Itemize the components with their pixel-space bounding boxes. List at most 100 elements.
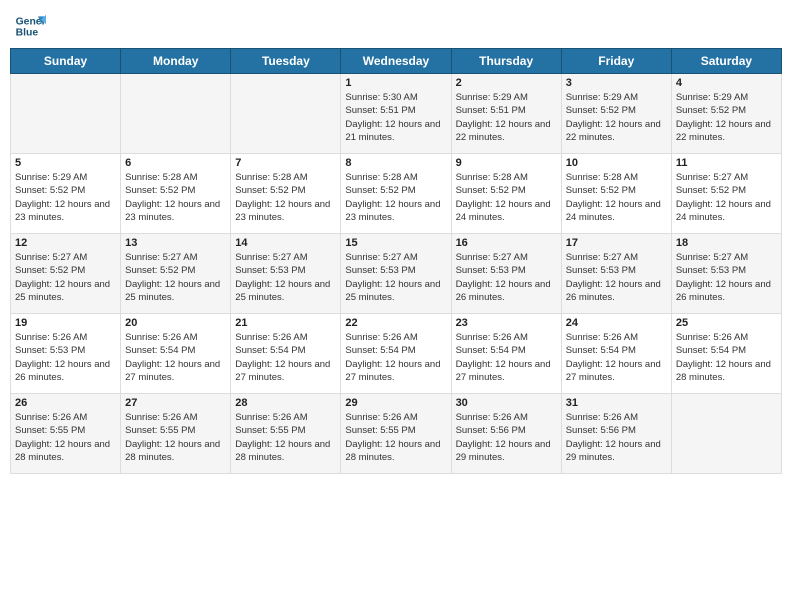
- day-number: 18: [676, 237, 777, 249]
- calendar-day-cell: 2 Sunrise: 5:29 AM Sunset: 5:51 PM Daylig…: [451, 74, 561, 154]
- calendar-day-cell: 7 Sunrise: 5:28 AM Sunset: 5:52 PM Daylig…: [231, 154, 341, 234]
- day-info: Sunrise: 5:28 AM Sunset: 5:52 PM Dayligh…: [235, 171, 336, 224]
- day-info: Sunrise: 5:28 AM Sunset: 5:52 PM Dayligh…: [456, 171, 557, 224]
- calendar-day-cell: [671, 394, 781, 474]
- day-info: Sunrise: 5:30 AM Sunset: 5:51 PM Dayligh…: [345, 91, 446, 144]
- day-number: 26: [15, 397, 116, 409]
- day-info: Sunrise: 5:26 AM Sunset: 5:55 PM Dayligh…: [125, 411, 226, 464]
- calendar-day-cell: 22 Sunrise: 5:26 AM Sunset: 5:54 PM Dayli…: [341, 314, 451, 394]
- day-info: Sunrise: 5:27 AM Sunset: 5:53 PM Dayligh…: [676, 251, 777, 304]
- calendar-day-cell: 17 Sunrise: 5:27 AM Sunset: 5:53 PM Dayli…: [561, 234, 671, 314]
- day-number: 2: [456, 77, 557, 89]
- day-number: 27: [125, 397, 226, 409]
- day-number: 16: [456, 237, 557, 249]
- day-info: Sunrise: 5:29 AM Sunset: 5:51 PM Dayligh…: [456, 91, 557, 144]
- day-number: 12: [15, 237, 116, 249]
- calendar-day-cell: [121, 74, 231, 154]
- calendar-day-cell: 8Sunrise: 5:28 AM Sunset: 5:52 PM Daylig…: [341, 154, 451, 234]
- calendar-day-cell: 20 Sunrise: 5:26 AM Sunset: 5:54 PM Dayli…: [121, 314, 231, 394]
- day-info: Sunrise: 5:26 AM Sunset: 5:54 PM Dayligh…: [345, 331, 446, 384]
- day-number: 5: [15, 157, 116, 169]
- day-of-week-header: Monday: [121, 49, 231, 74]
- day-info: Sunrise: 5:29 AM Sunset: 5:52 PM Dayligh…: [15, 171, 116, 224]
- day-number: 22: [345, 317, 446, 329]
- calendar-day-cell: [11, 74, 121, 154]
- day-number: 29: [345, 397, 446, 409]
- day-info: Sunrise: 5:29 AM Sunset: 5:52 PM Dayligh…: [566, 91, 667, 144]
- calendar-day-cell: 10Sunrise: 5:28 AM Sunset: 5:52 PM Dayli…: [561, 154, 671, 234]
- calendar-week-row: 5 Sunrise: 5:29 AM Sunset: 5:52 PM Daylig…: [11, 154, 782, 234]
- day-info: Sunrise: 5:27 AM Sunset: 5:53 PM Dayligh…: [456, 251, 557, 304]
- day-number: 15: [345, 237, 446, 249]
- calendar-day-cell: 31Sunrise: 5:26 AM Sunset: 5:56 PM Dayli…: [561, 394, 671, 474]
- day-number: 10: [566, 157, 667, 169]
- day-number: 3: [566, 77, 667, 89]
- day-info: Sunrise: 5:26 AM Sunset: 5:54 PM Dayligh…: [566, 331, 667, 384]
- day-of-week-header: Saturday: [671, 49, 781, 74]
- day-info: Sunrise: 5:26 AM Sunset: 5:55 PM Dayligh…: [15, 411, 116, 464]
- calendar-day-cell: 14Sunrise: 5:27 AM Sunset: 5:53 PM Dayli…: [231, 234, 341, 314]
- day-of-week-header: Sunday: [11, 49, 121, 74]
- day-info: Sunrise: 5:26 AM Sunset: 5:53 PM Dayligh…: [15, 331, 116, 384]
- calendar-day-cell: 18 Sunrise: 5:27 AM Sunset: 5:53 PM Dayli…: [671, 234, 781, 314]
- day-info: Sunrise: 5:27 AM Sunset: 5:53 PM Dayligh…: [345, 251, 446, 304]
- day-number: 30: [456, 397, 557, 409]
- calendar-day-cell: 30 Sunrise: 5:26 AM Sunset: 5:56 PM Dayli…: [451, 394, 561, 474]
- day-number: 6: [125, 157, 226, 169]
- calendar-day-cell: 23 Sunrise: 5:26 AM Sunset: 5:54 PM Dayli…: [451, 314, 561, 394]
- calendar-week-row: 26 Sunrise: 5:26 AM Sunset: 5:55 PM Dayli…: [11, 394, 782, 474]
- day-number: 4: [676, 77, 777, 89]
- day-info: Sunrise: 5:28 AM Sunset: 5:52 PM Dayligh…: [345, 171, 446, 224]
- day-info: Sunrise: 5:26 AM Sunset: 5:54 PM Dayligh…: [235, 331, 336, 384]
- calendar-day-cell: 28 Sunrise: 5:26 AM Sunset: 5:55 PM Dayli…: [231, 394, 341, 474]
- calendar-day-cell: 6Sunrise: 5:28 AM Sunset: 5:52 PM Daylig…: [121, 154, 231, 234]
- day-number: 20: [125, 317, 226, 329]
- day-of-week-header: Wednesday: [341, 49, 451, 74]
- calendar-day-cell: 13 Sunrise: 5:27 AM Sunset: 5:52 PM Dayli…: [121, 234, 231, 314]
- day-number: 7: [235, 157, 336, 169]
- day-number: 1: [345, 77, 446, 89]
- calendar-day-cell: 29Sunrise: 5:26 AM Sunset: 5:55 PM Dayli…: [341, 394, 451, 474]
- day-number: 23: [456, 317, 557, 329]
- day-info: Sunrise: 5:27 AM Sunset: 5:53 PM Dayligh…: [566, 251, 667, 304]
- day-of-week-header: Tuesday: [231, 49, 341, 74]
- day-number: 28: [235, 397, 336, 409]
- calendar-day-cell: 11Sunrise: 5:27 AM Sunset: 5:52 PM Dayli…: [671, 154, 781, 234]
- day-number: 11: [676, 157, 777, 169]
- day-info: Sunrise: 5:27 AM Sunset: 5:52 PM Dayligh…: [125, 251, 226, 304]
- calendar-day-cell: 4 Sunrise: 5:29 AM Sunset: 5:52 PM Daylig…: [671, 74, 781, 154]
- calendar-week-row: 1 Sunrise: 5:30 AM Sunset: 5:51 PM Daylig…: [11, 74, 782, 154]
- day-number: 17: [566, 237, 667, 249]
- day-number: 25: [676, 317, 777, 329]
- calendar-day-cell: 15 Sunrise: 5:27 AM Sunset: 5:53 PM Dayli…: [341, 234, 451, 314]
- calendar-day-cell: 5 Sunrise: 5:29 AM Sunset: 5:52 PM Daylig…: [11, 154, 121, 234]
- calendar-day-cell: 3 Sunrise: 5:29 AM Sunset: 5:52 PM Daylig…: [561, 74, 671, 154]
- day-info: Sunrise: 5:26 AM Sunset: 5:54 PM Dayligh…: [125, 331, 226, 384]
- calendar-day-cell: [231, 74, 341, 154]
- day-number: 21: [235, 317, 336, 329]
- day-info: Sunrise: 5:26 AM Sunset: 5:55 PM Dayligh…: [235, 411, 336, 464]
- logo-icon: General Blue: [14, 10, 46, 42]
- day-info: Sunrise: 5:27 AM Sunset: 5:52 PM Dayligh…: [15, 251, 116, 304]
- page-header: General Blue: [10, 10, 782, 42]
- calendar-day-cell: 24Sunrise: 5:26 AM Sunset: 5:54 PM Dayli…: [561, 314, 671, 394]
- day-info: Sunrise: 5:29 AM Sunset: 5:52 PM Dayligh…: [676, 91, 777, 144]
- calendar-table: SundayMondayTuesdayWednesdayThursdayFrid…: [10, 48, 782, 474]
- calendar-day-cell: 25Sunrise: 5:26 AM Sunset: 5:54 PM Dayli…: [671, 314, 781, 394]
- day-number: 13: [125, 237, 226, 249]
- day-of-week-header: Thursday: [451, 49, 561, 74]
- calendar-day-cell: 1 Sunrise: 5:30 AM Sunset: 5:51 PM Daylig…: [341, 74, 451, 154]
- calendar-week-row: 12 Sunrise: 5:27 AM Sunset: 5:52 PM Dayli…: [11, 234, 782, 314]
- calendar-day-cell: 21 Sunrise: 5:26 AM Sunset: 5:54 PM Dayli…: [231, 314, 341, 394]
- svg-text:Blue: Blue: [16, 28, 39, 39]
- day-number: 19: [15, 317, 116, 329]
- day-info: Sunrise: 5:26 AM Sunset: 5:54 PM Dayligh…: [456, 331, 557, 384]
- day-info: Sunrise: 5:27 AM Sunset: 5:53 PM Dayligh…: [235, 251, 336, 304]
- calendar-day-cell: 12 Sunrise: 5:27 AM Sunset: 5:52 PM Dayli…: [11, 234, 121, 314]
- calendar-day-cell: 16 Sunrise: 5:27 AM Sunset: 5:53 PM Dayli…: [451, 234, 561, 314]
- calendar-day-cell: 9Sunrise: 5:28 AM Sunset: 5:52 PM Daylig…: [451, 154, 561, 234]
- calendar-week-row: 19 Sunrise: 5:26 AM Sunset: 5:53 PM Dayli…: [11, 314, 782, 394]
- day-info: Sunrise: 5:26 AM Sunset: 5:56 PM Dayligh…: [456, 411, 557, 464]
- calendar-day-cell: 26 Sunrise: 5:26 AM Sunset: 5:55 PM Dayli…: [11, 394, 121, 474]
- day-info: Sunrise: 5:26 AM Sunset: 5:56 PM Dayligh…: [566, 411, 667, 464]
